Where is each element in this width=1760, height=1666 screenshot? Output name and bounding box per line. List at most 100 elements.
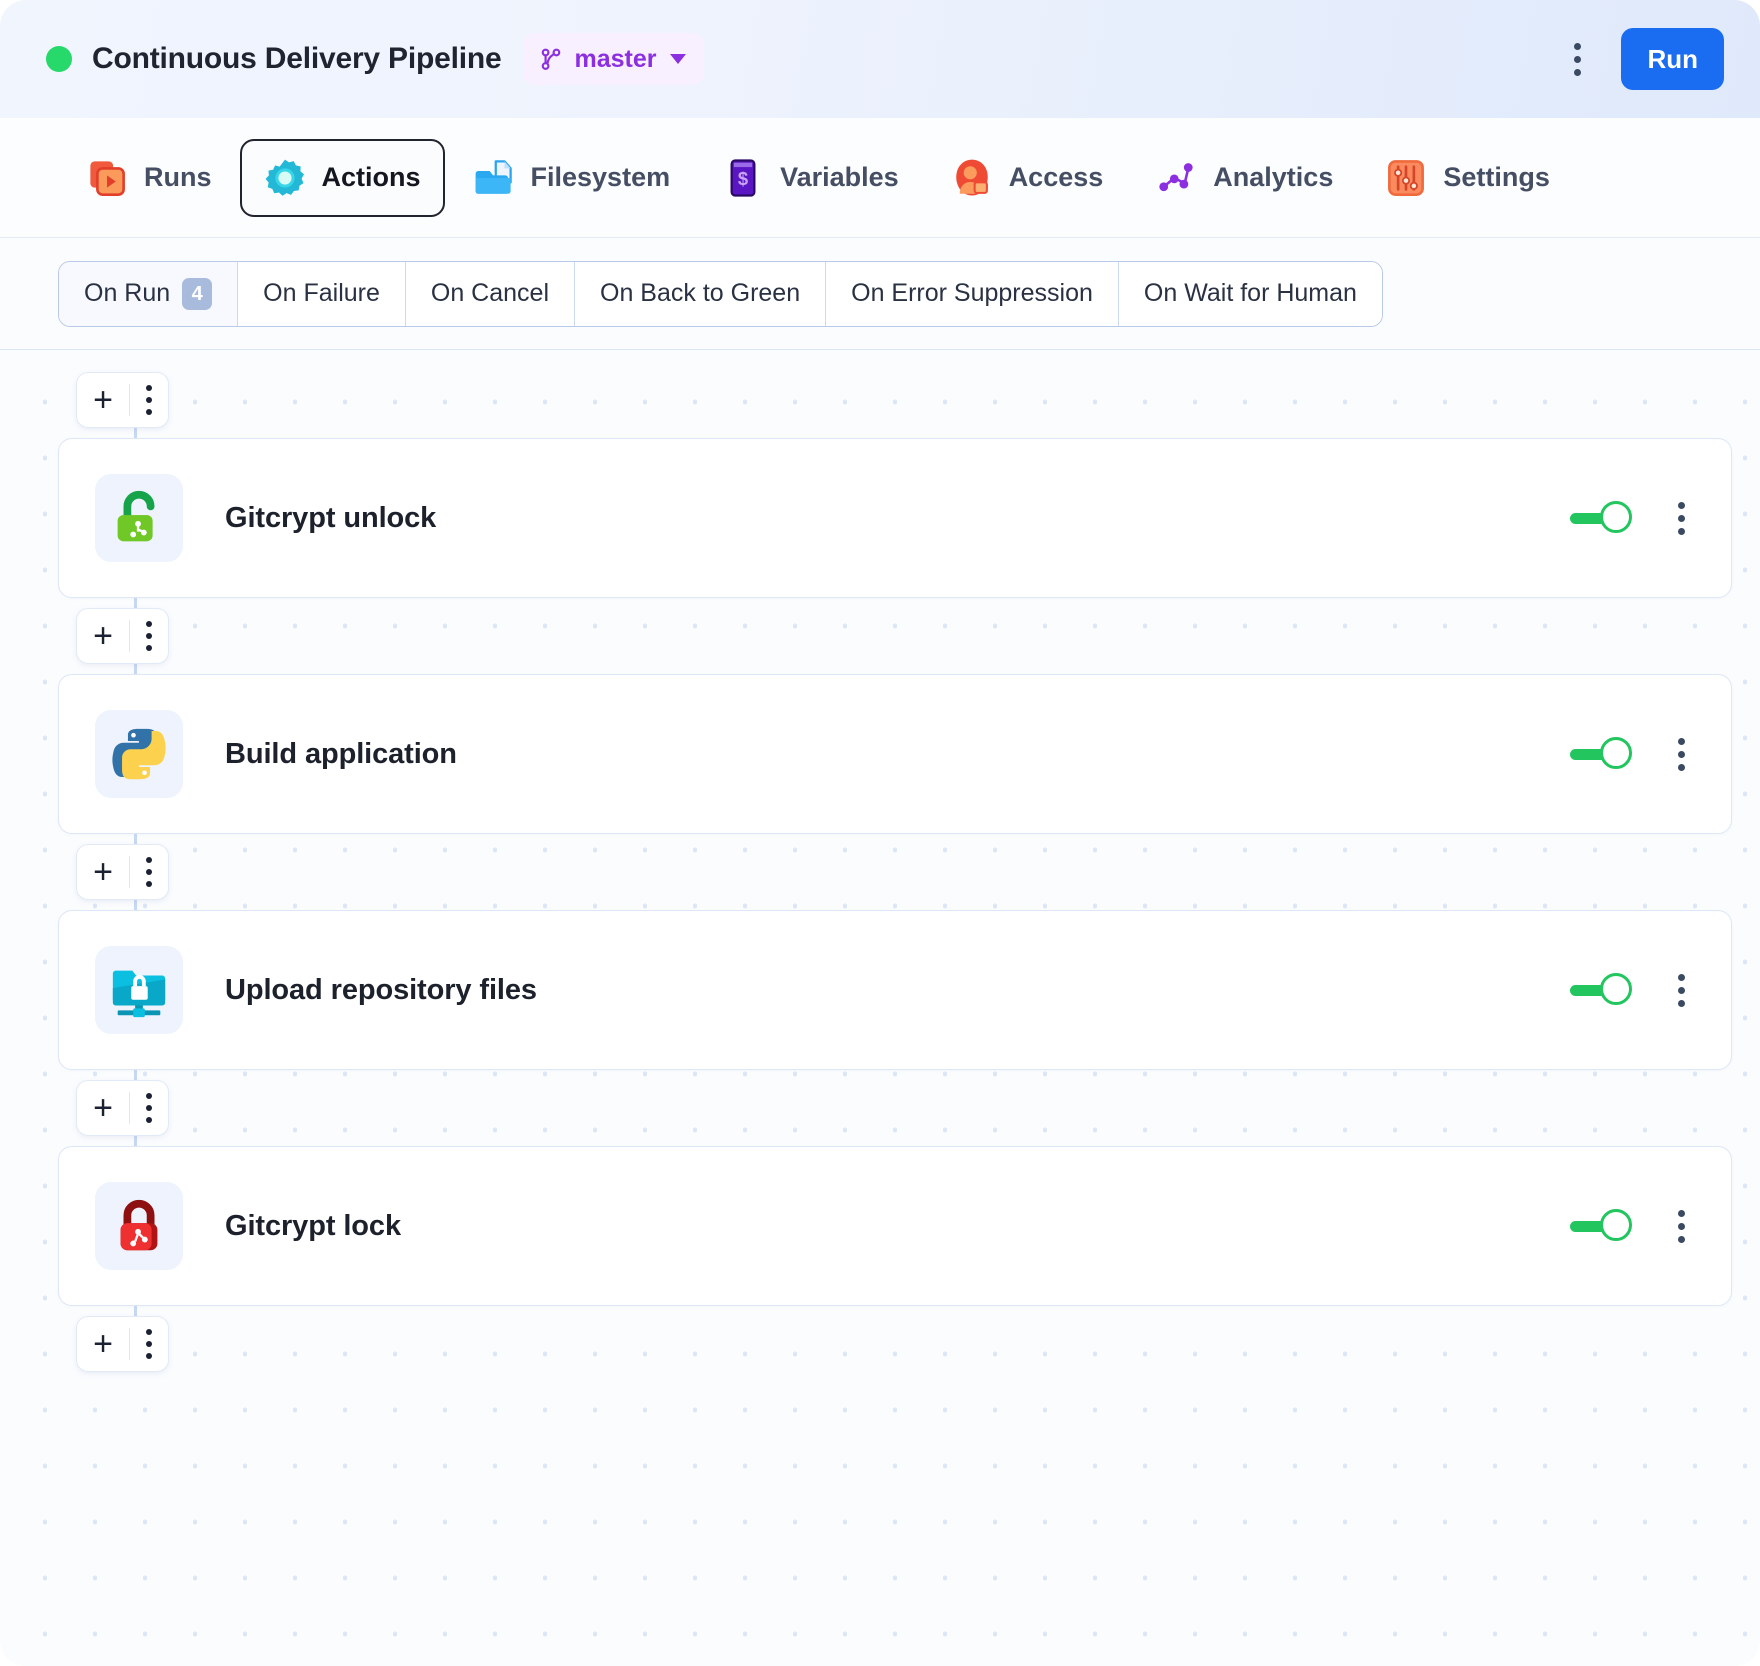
nav-item-settings[interactable]: Settings — [1361, 139, 1574, 217]
kebab-dot — [146, 1117, 152, 1123]
tab-label: On Wait for Human — [1144, 279, 1357, 308]
nav-item-analytics[interactable]: Analytics — [1131, 139, 1357, 217]
kebab-dot — [1678, 528, 1685, 535]
actions-gear-icon — [264, 157, 306, 199]
kebab-dot — [1678, 502, 1685, 509]
add-action-row-3: + — [76, 844, 1732, 900]
toggle-knob — [1600, 737, 1632, 769]
add-action-row-2: + — [76, 608, 1732, 664]
pipeline-app-window: Continuous Delivery Pipeline master Run — [0, 0, 1760, 1666]
plus-icon[interactable]: + — [77, 373, 129, 427]
action-title: Upload repository files — [225, 974, 537, 1007]
add-action-button-3[interactable]: + — [76, 844, 169, 900]
kebab-dot — [146, 1341, 152, 1347]
svg-text:$: $ — [738, 168, 748, 189]
action-title: Build application — [225, 738, 457, 771]
tab-on-back-to-green[interactable]: On Back to Green — [575, 262, 826, 326]
tab-count-badge: 4 — [182, 278, 212, 310]
add-action-more-menu-1[interactable] — [130, 385, 168, 415]
nav-item-filesystem[interactable]: Filesystem — [449, 139, 695, 217]
branch-name: master — [574, 45, 656, 74]
tab-label: On Cancel — [431, 279, 549, 308]
nav-item-variables[interactable]: $ Variables — [698, 139, 923, 217]
action-more-menu[interactable] — [1666, 494, 1697, 543]
action-card-gitcrypt-unlock[interactable]: Gitcrypt unlock — [58, 438, 1732, 598]
chevron-down-icon — [670, 54, 686, 64]
kebab-dot — [146, 409, 152, 415]
git-branch-icon — [538, 46, 564, 72]
action-enabled-toggle[interactable] — [1570, 973, 1632, 1007]
kebab-dot — [1678, 515, 1685, 522]
action-more-menu[interactable] — [1666, 966, 1697, 1015]
action-card-gitcrypt-lock[interactable]: Gitcrypt lock — [58, 1146, 1732, 1306]
nav-item-runs[interactable]: Runs — [62, 139, 236, 217]
action-enabled-toggle[interactable] — [1570, 1209, 1632, 1243]
add-action-button-2[interactable]: + — [76, 608, 169, 664]
add-action-button-5[interactable]: + — [76, 1316, 169, 1372]
kebab-dot — [1574, 56, 1581, 63]
action-card-upload-repository-files[interactable]: Upload repository files — [58, 910, 1732, 1070]
run-button[interactable]: Run — [1621, 28, 1724, 90]
add-action-button-1[interactable]: + — [76, 372, 169, 428]
kebab-dot — [1678, 751, 1685, 758]
add-action-button-4[interactable]: + — [76, 1080, 169, 1136]
action-title: Gitcrypt unlock — [225, 502, 436, 535]
runs-icon — [86, 157, 128, 199]
pipeline-more-menu-button[interactable] — [1562, 35, 1593, 84]
kebab-dot — [146, 621, 152, 627]
main-navigation: Runs Actions Filesystem $ — [0, 118, 1760, 238]
add-action-more-menu-2[interactable] — [130, 621, 168, 651]
tab-label: On Failure — [263, 279, 380, 308]
tab-on-run[interactable]: On Run 4 — [59, 262, 238, 326]
kebab-dot — [1574, 43, 1581, 50]
filesystem-folder-icon — [473, 157, 515, 199]
add-action-more-menu-3[interactable] — [130, 857, 168, 887]
plus-icon[interactable]: + — [77, 845, 129, 899]
nav-label: Settings — [1443, 162, 1550, 193]
toggle-knob — [1600, 1209, 1632, 1241]
plus-icon[interactable]: + — [77, 1081, 129, 1135]
action-card-build-application[interactable]: Build application — [58, 674, 1732, 834]
action-title: Gitcrypt lock — [225, 1210, 401, 1243]
action-more-menu[interactable] — [1666, 1202, 1697, 1251]
kebab-dot — [1574, 69, 1581, 76]
branch-selector[interactable]: master — [523, 33, 704, 85]
toggle-knob — [1600, 973, 1632, 1005]
action-enabled-toggle[interactable] — [1570, 737, 1632, 771]
kebab-dot — [146, 633, 152, 639]
pipeline-status-dot — [46, 46, 72, 72]
tab-on-error-suppression[interactable]: On Error Suppression — [826, 262, 1119, 326]
kebab-dot — [146, 1105, 152, 1111]
nav-label: Analytics — [1213, 162, 1333, 193]
nav-item-access[interactable]: Access — [927, 139, 1128, 217]
tab-on-failure[interactable]: On Failure — [238, 262, 406, 326]
kebab-dot — [146, 869, 152, 875]
add-action-more-menu-4[interactable] — [130, 1093, 168, 1123]
access-user-lock-icon — [951, 157, 993, 199]
kebab-dot — [1678, 738, 1685, 745]
plus-icon[interactable]: + — [77, 609, 129, 663]
analytics-nodes-icon — [1155, 157, 1197, 199]
nav-item-actions[interactable]: Actions — [240, 139, 445, 217]
action-icon-container — [95, 474, 183, 562]
add-action-row-1: + — [76, 372, 1732, 428]
tab-on-cancel[interactable]: On Cancel — [406, 262, 575, 326]
tab-on-wait-for-human[interactable]: On Wait for Human — [1119, 262, 1382, 326]
action-flow: + — [0, 350, 1760, 1372]
trigger-tabs-bar: On Run 4 On Failure On Cancel On Back to… — [0, 238, 1760, 350]
action-more-menu[interactable] — [1666, 730, 1697, 779]
nav-label: Filesystem — [531, 162, 671, 193]
nav-label: Actions — [322, 162, 421, 193]
trigger-tabs: On Run 4 On Failure On Cancel On Back to… — [58, 261, 1383, 327]
action-enabled-toggle[interactable] — [1570, 501, 1632, 535]
plus-icon[interactable]: + — [77, 1317, 129, 1371]
add-action-more-menu-5[interactable] — [130, 1329, 168, 1359]
action-icon-container — [95, 1182, 183, 1270]
tab-label: On Back to Green — [600, 279, 800, 308]
kebab-dot — [1678, 764, 1685, 771]
kebab-dot — [1678, 987, 1685, 994]
gitcrypt-lock-icon — [108, 1195, 170, 1257]
kebab-dot — [1678, 1223, 1685, 1230]
kebab-dot — [146, 645, 152, 651]
pipeline-canvas: + — [0, 350, 1760, 1666]
